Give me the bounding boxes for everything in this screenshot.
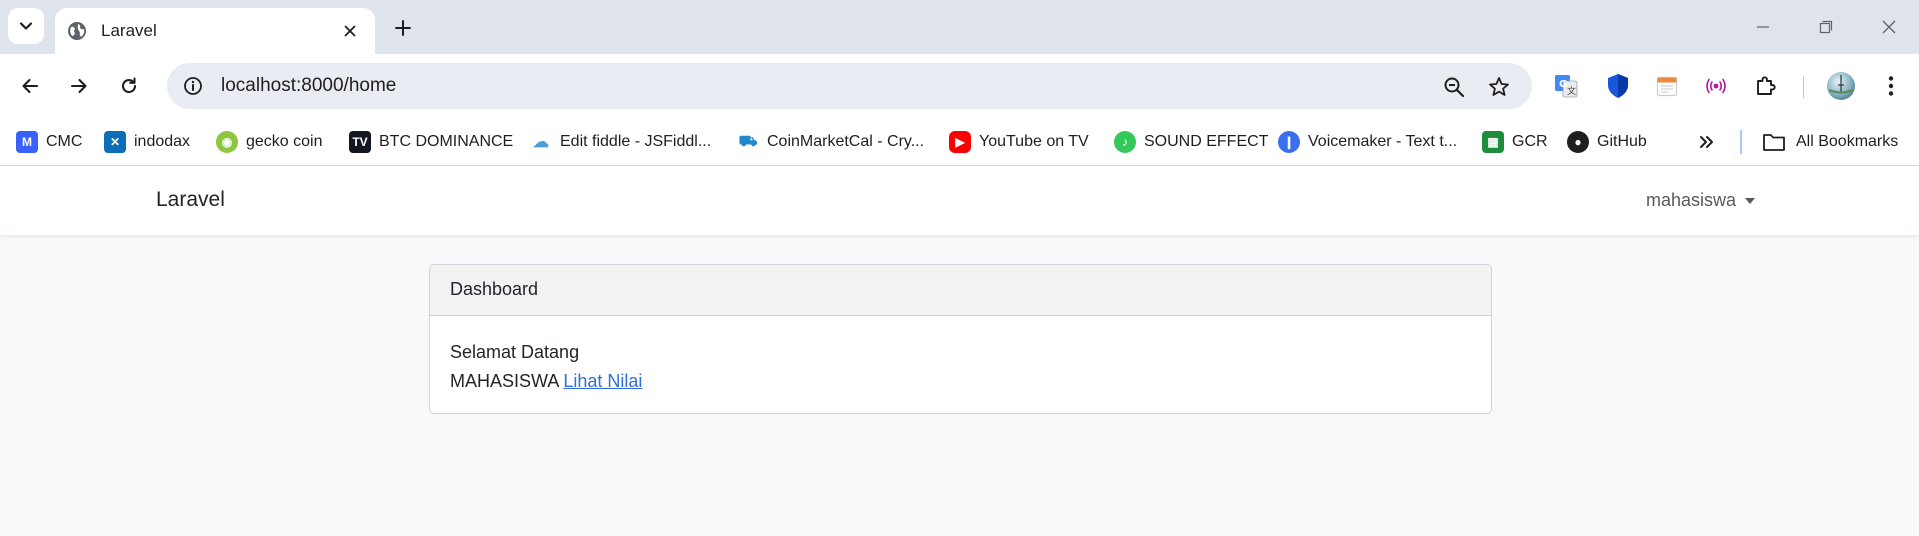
svg-text:文: 文 xyxy=(1567,85,1576,97)
restore-button[interactable] xyxy=(1806,10,1846,44)
card-header: Dashboard xyxy=(430,265,1491,316)
coinmarketcal-icon: ⛟ xyxy=(738,132,758,150)
bookmark-github[interactable]: ● GitHub xyxy=(1567,130,1647,154)
app-navbar: Laravel mahasiswa xyxy=(0,166,1919,235)
address-bar[interactable]: localhost:8000/home xyxy=(167,63,1532,109)
google-classroom-icon: ▦ xyxy=(1482,131,1504,153)
bookmark-gecko-coin[interactable]: ◉ gecko coin xyxy=(216,130,323,154)
tradingview-icon: TV xyxy=(349,131,371,153)
coingecko-icon: ◉ xyxy=(216,131,238,153)
extensions-puzzle-icon[interactable] xyxy=(1751,71,1781,101)
jsfiddle-icon: ☁ xyxy=(533,134,549,151)
bookmark-label: indodax xyxy=(134,133,191,150)
bookmark-label: YouTube on TV xyxy=(979,133,1089,150)
music-note-icon: ♪ xyxy=(1114,131,1136,153)
menu-kebab-icon[interactable] xyxy=(1876,71,1906,101)
bookmark-label: GCR xyxy=(1512,133,1548,150)
browser-tab[interactable]: Laravel xyxy=(55,8,375,54)
browser-toolbar: localhost:8000/home G文 xyxy=(0,54,1919,118)
bookmark-sound-effect[interactable]: ♪ SOUND EFFECT xyxy=(1114,130,1268,154)
bookmark-voicemaker[interactable]: ❙ Voicemaker - Text t... xyxy=(1278,130,1457,154)
calendar-extension-icon[interactable] xyxy=(1652,71,1682,101)
plus-icon xyxy=(395,20,411,36)
restore-icon xyxy=(1819,20,1833,34)
coinmarketcap-icon: M xyxy=(16,131,38,153)
back-button[interactable] xyxy=(13,69,47,103)
broadcast-icon[interactable] xyxy=(1701,71,1731,101)
all-bookmarks-label: All Bookmarks xyxy=(1796,133,1899,150)
tab-strip: Laravel xyxy=(0,0,1919,54)
minimize-button[interactable] xyxy=(1743,10,1783,44)
shield-icon[interactable] xyxy=(1603,71,1633,101)
close-window-button[interactable] xyxy=(1869,10,1909,44)
bookmark-label: gecko coin xyxy=(246,133,323,150)
lihat-nilai-link[interactable]: Lihat Nilai xyxy=(563,371,642,391)
all-bookmarks-button[interactable]: All Bookmarks xyxy=(1762,130,1898,154)
globe-icon xyxy=(68,22,86,40)
bookmark-label: GitHub xyxy=(1597,133,1647,150)
user-name: mahasiswa xyxy=(1645,190,1736,210)
card-body: Selamat Datang MAHASISWA Lihat Nilai xyxy=(430,316,1491,413)
arrow-left-icon xyxy=(22,78,39,94)
bookmark-label: Voicemaker - Text t... xyxy=(1308,133,1458,150)
chevron-down-icon xyxy=(19,22,33,30)
bookmark-star-icon[interactable] xyxy=(1486,74,1512,100)
bookmark-label: Edit fiddle - JSFiddl... xyxy=(560,133,712,150)
caret-down-icon xyxy=(1745,197,1755,204)
github-icon: ● xyxy=(1567,131,1589,153)
dashboard-card: Dashboard Selamat Datang MAHASISWA Lihat… xyxy=(429,264,1492,414)
new-tab-button[interactable] xyxy=(388,13,418,43)
bookmark-label: BTC DOMINANCE xyxy=(379,133,514,150)
double-chevron-right-icon xyxy=(1700,136,1713,148)
profile-avatar[interactable] xyxy=(1825,70,1857,102)
tab-search-button[interactable] xyxy=(8,8,44,44)
bookmark-coinmarketcal[interactable]: ⛟ CoinMarketCal - Cry... xyxy=(737,130,925,154)
arrow-right-icon xyxy=(70,78,87,94)
toolbar-divider xyxy=(1803,76,1804,98)
google-translate-icon[interactable]: G文 xyxy=(1551,71,1581,101)
tab-title: Laravel xyxy=(101,21,157,40)
bookmark-gcr[interactable]: ▦ GCR xyxy=(1482,130,1548,154)
forward-button[interactable] xyxy=(62,69,96,103)
indodax-icon: ✕ xyxy=(104,131,126,153)
bookmarks-divider xyxy=(1740,130,1742,154)
navbar-brand[interactable]: Laravel xyxy=(156,188,225,212)
reload-icon xyxy=(121,77,137,94)
close-icon xyxy=(1882,20,1896,34)
role-line: MAHASISWA Lihat Nilai xyxy=(450,367,1471,396)
bookmarks-bar: M CMC ✕ indodax ◉ gecko coin TV BTC DOMI… xyxy=(0,118,1919,166)
role-text: MAHASISWA xyxy=(450,371,559,391)
zoom-icon[interactable] xyxy=(1441,74,1467,100)
minimize-icon xyxy=(1757,26,1769,28)
bookmark-btc-dominance[interactable]: TV BTC DOMINANCE xyxy=(349,130,513,154)
bookmark-label: CoinMarketCal - Cry... xyxy=(767,133,925,150)
site-info-icon[interactable] xyxy=(180,73,206,99)
url-text[interactable]: localhost:8000/home xyxy=(221,75,1532,97)
welcome-text: Selamat Datang xyxy=(450,342,580,362)
bookmark-cmc[interactable]: M CMC xyxy=(16,130,82,154)
bookmark-youtube-tv[interactable]: ▶ YouTube on TV xyxy=(949,130,1089,154)
tab-close-icon[interactable] xyxy=(339,20,361,42)
svg-text:G: G xyxy=(1559,79,1567,90)
voicemaker-icon: ❙ xyxy=(1278,131,1300,153)
bookmark-indodax[interactable]: ✕ indodax xyxy=(104,130,190,154)
bookmarks-overflow-button[interactable] xyxy=(1698,130,1716,154)
bookmark-jsfiddle[interactable]: ☁ Edit fiddle - JSFiddl... xyxy=(530,130,711,154)
user-dropdown[interactable]: mahasiswa xyxy=(1646,190,1755,211)
bookmark-label: SOUND EFFECT xyxy=(1144,133,1269,150)
folder-icon xyxy=(1763,134,1785,151)
youtube-icon: ▶ xyxy=(949,131,971,153)
reload-button[interactable] xyxy=(112,69,146,103)
bookmark-label: CMC xyxy=(46,133,83,150)
